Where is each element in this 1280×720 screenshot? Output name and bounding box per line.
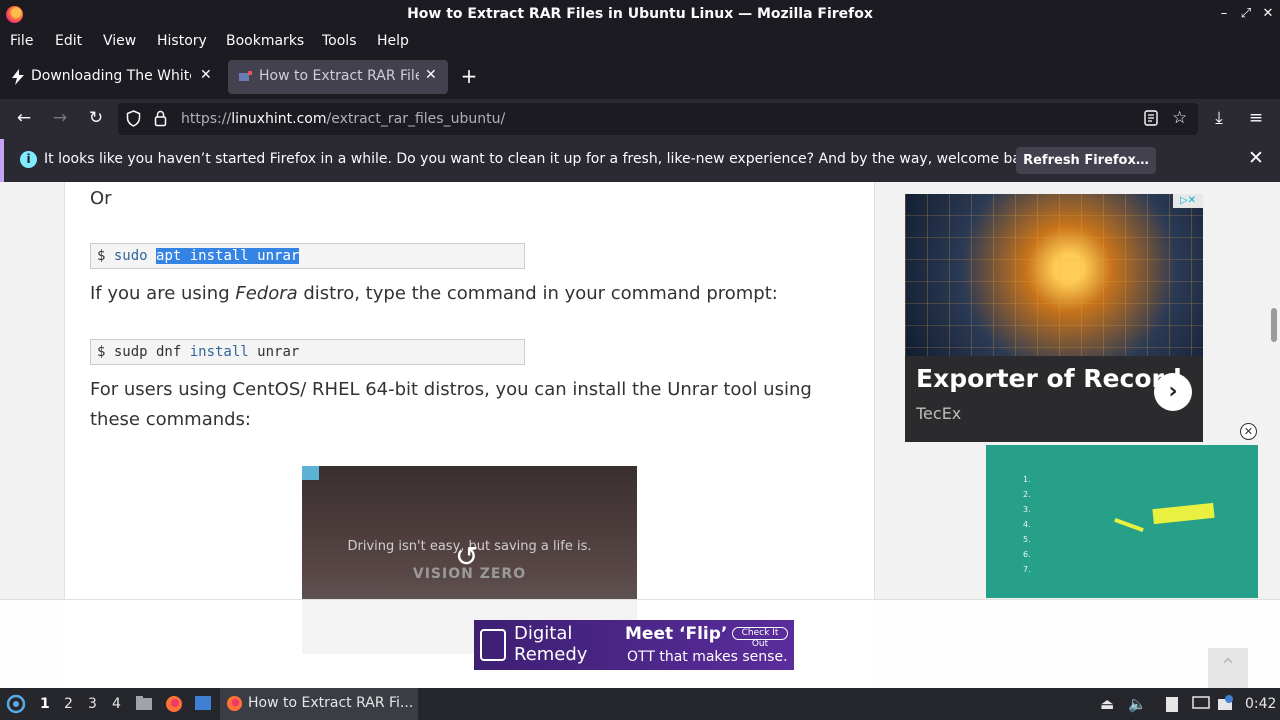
page-content: Or $ sudo apt install unrar If you are u… — [0, 182, 1280, 688]
workspace-4[interactable]: 4 — [112, 696, 121, 712]
firefox-launcher-icon[interactable] — [165, 695, 183, 717]
new-tab-button[interactable]: + — [458, 64, 480, 88]
lock-icon[interactable] — [154, 110, 167, 131]
menu-help[interactable]: Help — [377, 33, 409, 49]
reload-icon[interactable]: ↻ — [84, 108, 108, 128]
updates-icon[interactable] — [1216, 695, 1234, 717]
firefox-icon — [226, 695, 243, 716]
close-notification-icon[interactable]: ✕ — [1248, 147, 1264, 169]
tab-label: Downloading The White H — [31, 68, 191, 84]
paragraph-fedora: If you are using Fedora distro, type the… — [90, 283, 778, 304]
workspace-3[interactable]: 3 — [88, 696, 97, 712]
hamburger-menu-icon[interactable]: ≡ — [1244, 108, 1268, 128]
scroll-to-top-icon[interactable]: ⌃ — [1208, 648, 1248, 688]
ad-cta-button[interactable]: Check It Out — [732, 627, 788, 649]
ad-footer: Exporter of Record TecEx › — [905, 356, 1203, 442]
ad-digital-remedy[interactable]: Digital Remedy Meet ‘Flip’ OTT that makes… — [474, 620, 794, 670]
ad-headline: Exporter of Record — [916, 364, 1182, 393]
forward-icon[interactable]: → — [48, 108, 72, 128]
paragraph-centos-2: these commands: — [90, 409, 251, 430]
ad-tagline: OTT that makes sense. — [627, 649, 788, 665]
file-manager-icon[interactable] — [135, 695, 153, 715]
ad-headline: Meet ‘Flip’ — [625, 624, 728, 644]
close-tab-icon[interactable]: ✕ — [425, 67, 437, 83]
close-ad-icon[interactable]: ✕ — [1240, 423, 1257, 440]
workspace-2[interactable]: 2 — [64, 696, 73, 712]
checklist: 1. 2. 3. 4. 5. 6. 7. — [1023, 475, 1031, 574]
menu-file[interactable]: File — [10, 33, 33, 49]
ad-brand: Digital Remedy — [514, 623, 588, 665]
tab-extract-rar[interactable]: How to Extract RAR Files ✕ — [228, 60, 448, 94]
ad-brand: TecEx — [916, 404, 962, 423]
navigation-bar: ← → ↻ https://linuxhint.com/extract_rar_… — [0, 99, 1280, 139]
menu-view[interactable]: View — [103, 33, 136, 49]
menu-bar: File Edit View History Bookmarks Tools H… — [0, 29, 1280, 55]
lightning-icon — [10, 69, 26, 89]
menu-history[interactable]: History — [157, 33, 207, 49]
code-block-apt[interactable]: $ sudo apt install unrar — [90, 243, 525, 269]
notification-bar: i It looks like you haven’t started Fire… — [0, 139, 1280, 182]
menu-tools[interactable]: Tools — [322, 33, 357, 49]
back-icon[interactable]: ← — [12, 108, 36, 128]
ad-choices-icon[interactable]: ▷✕ — [1173, 194, 1203, 208]
menu-bookmarks[interactable]: Bookmarks — [226, 33, 304, 49]
workspace-1[interactable]: 1 — [40, 696, 50, 712]
highlighter-mark — [1152, 502, 1215, 525]
url-text[interactable]: https://linuxhint.com/extract_rar_files_… — [181, 111, 505, 127]
info-icon: i — [20, 151, 37, 168]
replay-icon[interactable]: ↺ — [455, 540, 478, 573]
ad-badge-icon — [302, 466, 319, 480]
url-bar[interactable]: https://linuxhint.com/extract_rar_files_… — [118, 103, 1198, 135]
refresh-firefox-button[interactable]: Refresh Firefox… — [1016, 147, 1156, 174]
clock: 0:42 — [1245, 696, 1277, 712]
reader-view-icon[interactable] — [1144, 110, 1158, 130]
tab-downloading[interactable]: Downloading The White H ✕ — [0, 60, 222, 94]
scrollbar-thumb[interactable] — [1271, 308, 1277, 342]
taskbar: 1 2 3 4 How to Extract RAR Fi... ⏏ 🔈 0:4… — [0, 688, 1280, 720]
digital-remedy-logo-icon — [480, 629, 506, 661]
taskbar-firefox-window[interactable]: How to Extract RAR Fi... — [220, 688, 418, 720]
bookmark-star-icon[interactable]: ☆ — [1172, 108, 1187, 128]
close-window-button[interactable]: ✕ — [1260, 6, 1276, 21]
linuxhint-favicon-icon — [238, 69, 254, 89]
chevron-right-icon[interactable]: › — [1154, 373, 1192, 411]
close-tab-icon[interactable]: ✕ — [200, 67, 212, 83]
tab-strip: Downloading The White H ✕ How to Extract… — [0, 55, 1280, 99]
menu-edit[interactable]: Edit — [55, 33, 82, 49]
start-menu-icon[interactable] — [6, 694, 26, 718]
eject-icon[interactable]: ⏏ — [1100, 695, 1114, 713]
shield-icon[interactable] — [126, 110, 141, 131]
window-titlebar: How to Extract RAR Files in Ubuntu Linux… — [0, 0, 1280, 29]
notification-message: It looks like you haven’t started Firefo… — [44, 151, 1043, 167]
clipboard-icon[interactable] — [1164, 695, 1180, 717]
task-label: How to Extract RAR Fi... — [248, 695, 414, 711]
terminal-icon[interactable] — [194, 695, 212, 715]
ad-checklist[interactable]: 1. 2. 3. 4. 5. 6. 7. — [986, 445, 1258, 598]
display-icon[interactable] — [1192, 695, 1210, 715]
sticky-ad-bar: Digital Remedy Meet ‘Flip’ OTT that makes… — [0, 599, 1280, 688]
code-block-dnf[interactable]: $ sudp dnf install unrar — [90, 339, 525, 365]
downloads-icon[interactable]: ⤓ — [1207, 108, 1231, 128]
paragraph-or: Or — [90, 188, 112, 209]
maximize-button[interactable]: ⤢ — [1238, 6, 1254, 21]
volume-icon[interactable]: 🔈 — [1128, 695, 1147, 713]
minimize-button[interactable]: – — [1216, 6, 1232, 21]
tab-label: How to Extract RAR Files — [259, 68, 419, 84]
window-title: How to Extract RAR Files in Ubuntu Linux… — [407, 6, 873, 22]
ad-exporter-of-record[interactable]: ▷✕ Exporter of Record TecEx › — [905, 194, 1203, 442]
pencil-icon — [1114, 517, 1144, 533]
paragraph-centos-1: For users using CentOS/ RHEL 64-bit dist… — [90, 379, 812, 400]
